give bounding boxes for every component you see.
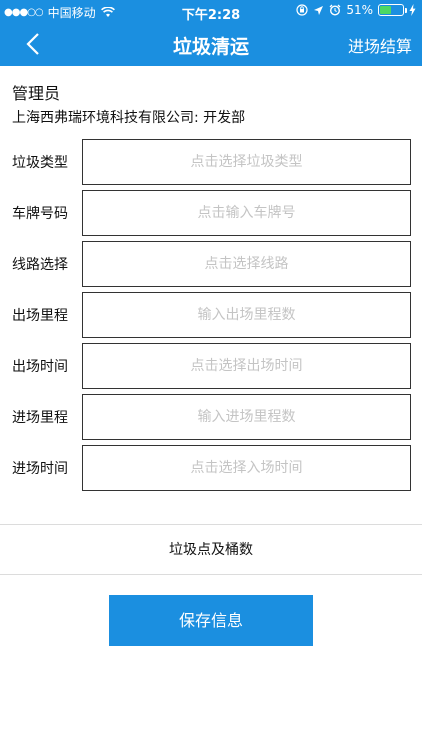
exit-time-label: 出场时间	[12, 359, 68, 375]
plate-number-input[interactable]: 点击输入车牌号	[82, 190, 411, 236]
exit-time-select[interactable]: 点击选择出场时间	[82, 343, 411, 389]
battery-fill	[380, 6, 392, 14]
form-row-waste-type: 垃圾类型 点击选择垃圾类型	[0, 139, 422, 185]
alarm-icon	[329, 4, 341, 16]
form-row-exit-mileage: 出场里程 输入出场里程数	[0, 292, 422, 338]
charging-icon	[409, 4, 416, 16]
battery-icon	[378, 4, 407, 16]
form-row-route: 线路选择 点击选择线路	[0, 241, 422, 287]
form-row-entry-mileage: 进场里程 输入进场里程数	[0, 394, 422, 440]
form-row-plate-number: 车牌号码 点击输入车牌号	[0, 190, 422, 236]
battery-percent: 51%	[346, 3, 373, 17]
divider-bottom	[0, 574, 422, 575]
form-row-entry-time: 进场时间 点击选择入场时间	[0, 445, 422, 491]
status-right: 51%	[296, 3, 416, 17]
collection-points-row[interactable]: 垃圾点及桶数	[0, 525, 422, 575]
save-button[interactable]: 保存信息	[109, 595, 313, 646]
entry-mileage-label: 进场里程	[12, 410, 68, 426]
location-arrow-icon	[314, 5, 324, 15]
status-bar: ●●●○○ 中国移动 下午2:28 51%	[0, 0, 422, 23]
waste-type-select[interactable]: 点击选择垃圾类型	[82, 139, 411, 185]
exit-mileage-input[interactable]: 输入出场里程数	[82, 292, 411, 338]
company-label: 上海西弗瑞环境科技有限公司: 开发部	[12, 110, 246, 126]
waste-type-label: 垃圾类型	[12, 155, 68, 171]
lock-rotation-icon	[296, 4, 308, 16]
entry-mileage-input[interactable]: 输入进场里程数	[82, 394, 411, 440]
entry-time-label: 进场时间	[12, 461, 68, 477]
plate-number-label: 车牌号码	[12, 206, 68, 222]
entry-time-select[interactable]: 点击选择入场时间	[82, 445, 411, 491]
role-label: 管理员	[12, 84, 61, 103]
route-select[interactable]: 点击选择线路	[82, 241, 411, 287]
nav-bar: 垃圾清运 进场结算	[0, 22, 422, 66]
route-label: 线路选择	[12, 257, 68, 273]
settlement-button[interactable]: 进场结算	[348, 33, 412, 57]
form-row-exit-time: 出场时间 点击选择出场时间	[0, 343, 422, 389]
exit-mileage-label: 出场里程	[12, 308, 68, 324]
